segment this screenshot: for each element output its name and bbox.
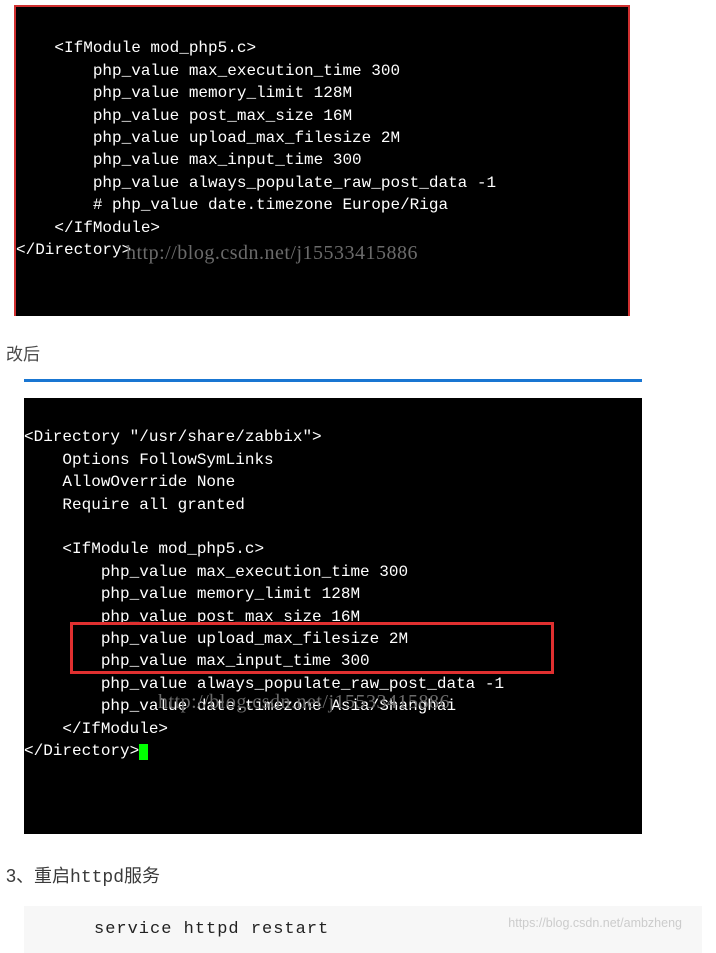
label-after: 改后 (6, 340, 716, 365)
code-line: </IfModule> (24, 720, 168, 738)
code-line: php_value always_populate_raw_post_data … (24, 675, 504, 693)
code-line: php_value upload_max_filesize 2M (24, 630, 408, 648)
terminal-before: <IfModule mod_php5.c> php_value max_exec… (14, 5, 630, 316)
command-block: service httpd restart https://blog.csdn.… (24, 906, 702, 953)
code-line: php_value post_max_size 16M (24, 608, 360, 626)
step-text-cn2: 服务 (124, 866, 160, 886)
code-line: php_value max_execution_time 300 (16, 62, 400, 80)
code-line: Options FollowSymLinks (24, 451, 274, 469)
code-line: </IfModule> (16, 219, 160, 237)
code-line: AllowOverride None (24, 473, 235, 491)
code-line: <IfModule mod_php5.c> (16, 39, 256, 57)
terminal-after-wrap: <Directory "/usr/share/zabbix"> Options … (24, 379, 642, 833)
step-number: 3、 (6, 866, 34, 886)
step-text-code: httpd (70, 868, 124, 888)
code-line: php_value date.timezone Asia/Shanghai (24, 697, 456, 715)
code-line-last: </Directory> (24, 742, 139, 760)
code-line: php_value upload_max_filesize 2M (16, 129, 400, 147)
code-line: php_value always_populate_raw_post_data … (16, 174, 496, 192)
code-line: # php_value date.timezone Europe/Riga (16, 196, 448, 214)
code-line: php_value memory_limit 128M (16, 84, 352, 102)
code-line: Require all granted (24, 496, 245, 514)
code-line: php_value max_input_time 300 (16, 151, 362, 169)
code-line: php_value memory_limit 128M (24, 585, 360, 603)
step-text-cn: 重启 (34, 866, 70, 886)
terminal-after: <Directory "/usr/share/zabbix"> Options … (24, 398, 642, 833)
code-line: <Directory "/usr/share/zabbix"> (24, 428, 322, 446)
step-heading: 3、重启httpd服务 (6, 862, 716, 888)
code-line: php_value post_max_size 16M (16, 107, 352, 125)
cursor-icon (139, 744, 148, 760)
watermark-text: https://blog.csdn.net/ambzheng (508, 916, 682, 930)
command-text: service httpd restart (94, 920, 329, 939)
code-line: <IfModule mod_php5.c> (24, 540, 264, 558)
code-line: </Directory> (16, 241, 131, 259)
code-line: php_value max_input_time 300 (24, 652, 370, 670)
code-line: php_value max_execution_time 300 (24, 563, 408, 581)
watermark-text: http://blog.csdn.net/j15533415886 (126, 239, 418, 267)
